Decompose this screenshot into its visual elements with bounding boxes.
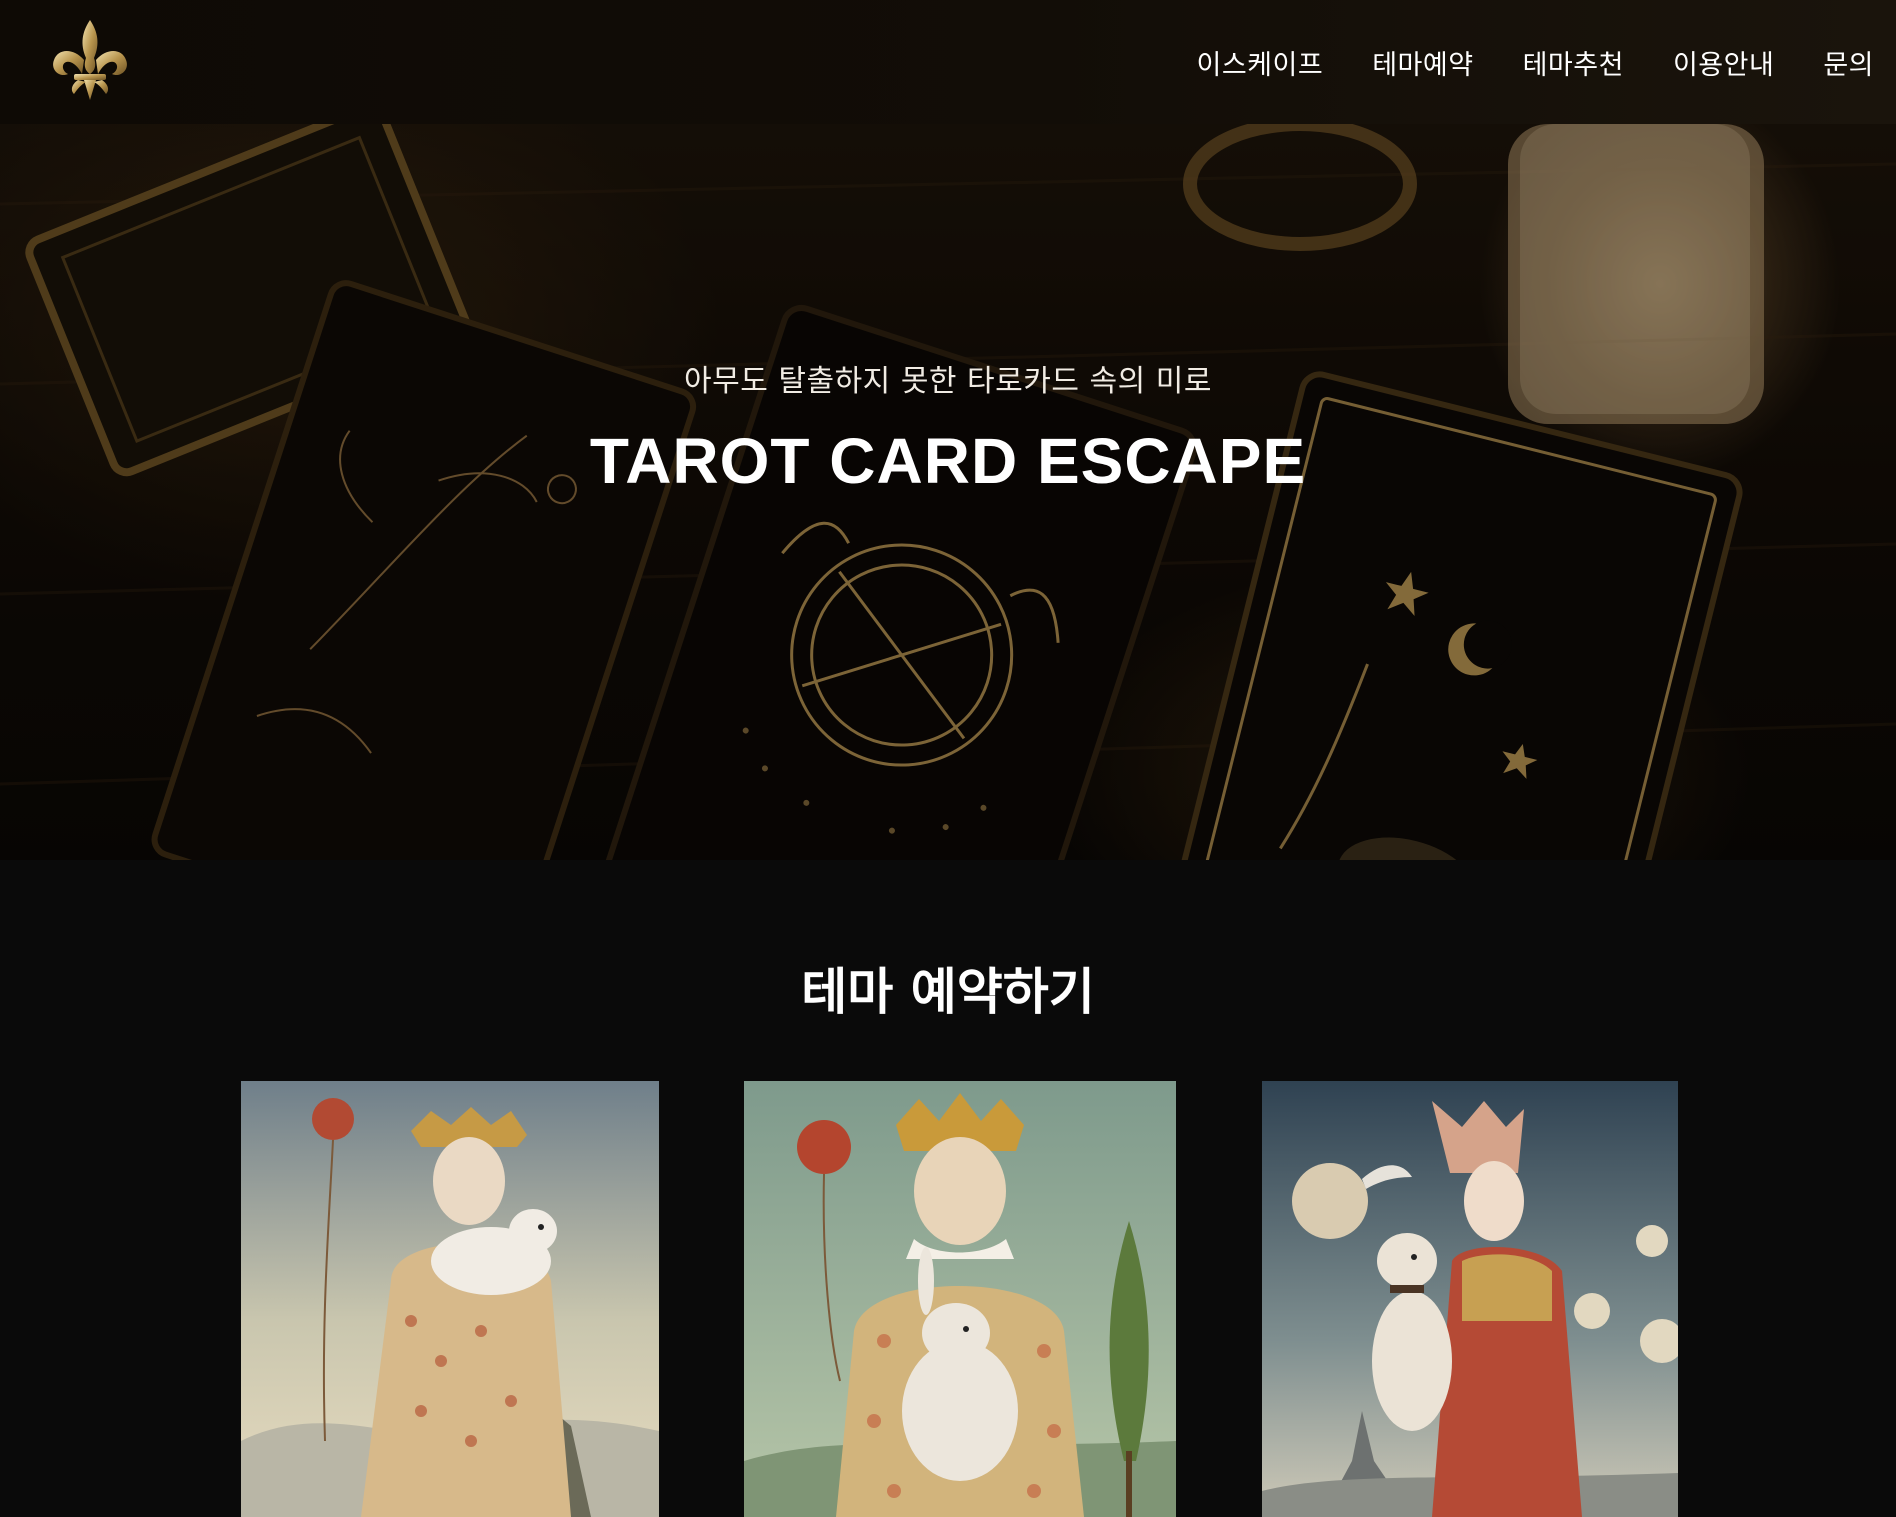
nav-guide[interactable]: 이용안내: [1673, 43, 1774, 82]
hero-title: TAROT CARD ESCAPE: [589, 425, 1307, 497]
main-nav: 이스케이프 테마예약 테마추천 이용안내 문의: [1196, 0, 1874, 124]
site-header: 이스케이프 테마예약 테마추천 이용안내 문의: [0, 0, 1896, 124]
hero-subtitle: 아무도 탈출하지 못한 타로카드 속의 미로: [684, 364, 1212, 399]
theme-card-queen-with-dog[interactable]: [241, 1081, 659, 1517]
hero-banner: 아무도 탈출하지 못한 타로카드 속의 미로 TAROT CARD ESCAPE: [0, 124, 1896, 860]
theme-card-king-with-rabbit[interactable]: [744, 1081, 1176, 1517]
nav-theme-recommend[interactable]: 테마추천: [1523, 43, 1624, 82]
section-title: 테마 예약하기: [801, 963, 1095, 1021]
nav-escape[interactable]: 이스케이프: [1196, 43, 1323, 82]
nav-contact[interactable]: 문의: [1823, 43, 1874, 82]
theme-card-queen-with-spheres[interactable]: [1262, 1081, 1678, 1517]
fleur-de-lis-icon[interactable]: [48, 18, 132, 102]
nav-theme-reservation[interactable]: 테마예약: [1372, 43, 1473, 82]
